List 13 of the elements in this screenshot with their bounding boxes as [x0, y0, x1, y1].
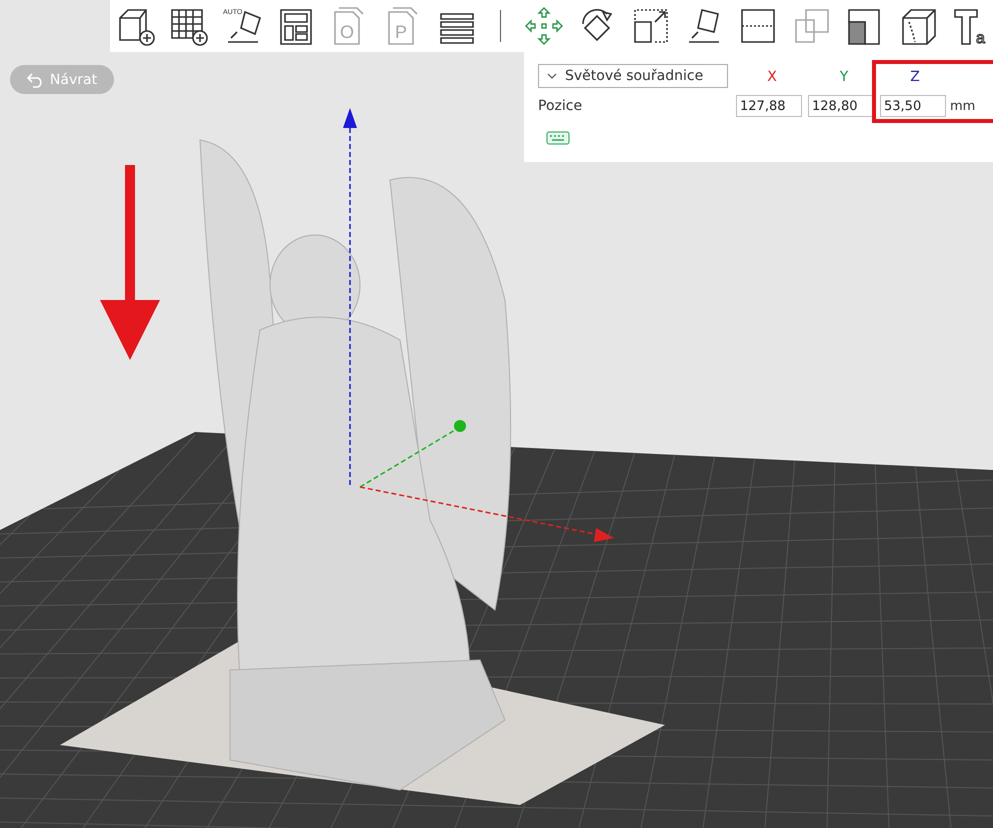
coordinate-system-dropdown[interactable]: Světové souřadnice	[538, 64, 728, 88]
coordinate-input[interactable]: 127,88	[736, 95, 802, 117]
axis-label: X	[766, 68, 778, 84]
unit-label: mm	[950, 98, 976, 114]
axis-label: Y	[838, 68, 850, 84]
down-arrow-icon	[100, 165, 160, 360]
axis-label: Z	[909, 68, 921, 84]
chevron-down-icon	[547, 73, 557, 79]
position-label: Pozice	[538, 98, 584, 114]
keyboard-icon[interactable]	[546, 131, 570, 145]
move-arrows-icon[interactable]	[522, 5, 564, 47]
coordinate-input[interactable]: 128,80	[808, 95, 874, 117]
coordinate-input[interactable]: 53,50	[880, 95, 946, 117]
